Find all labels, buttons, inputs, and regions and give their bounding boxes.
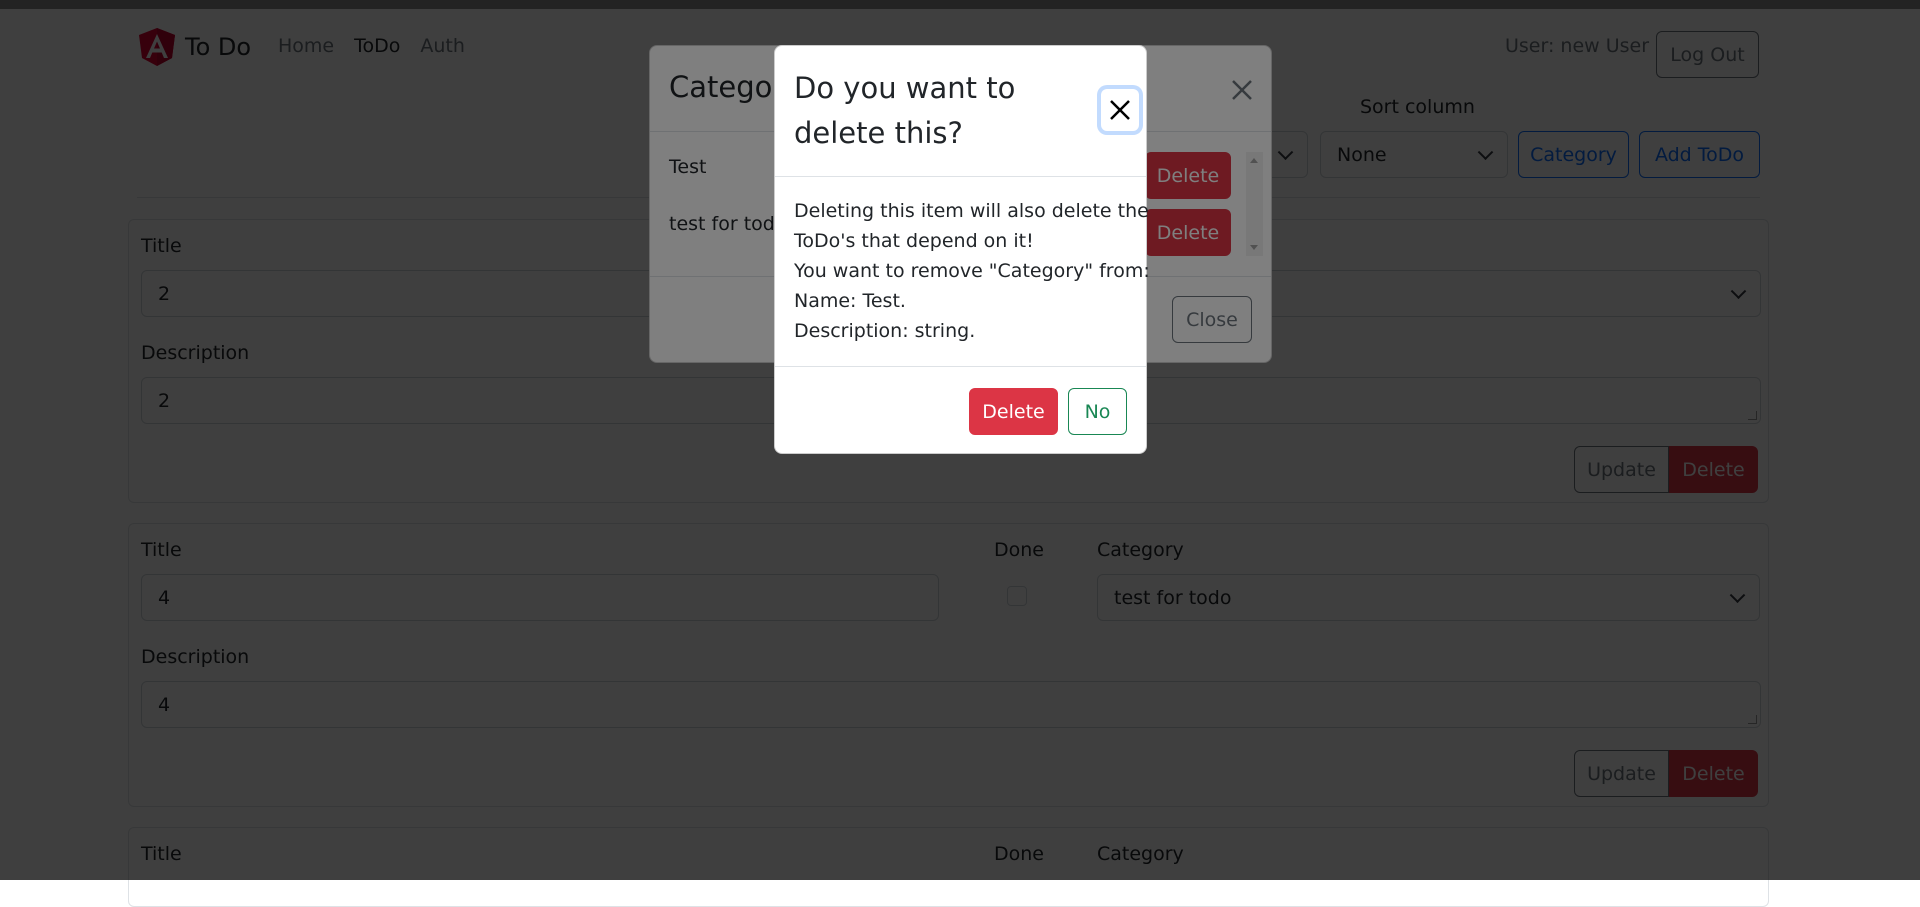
body-line: You want to remove "Category" from: (794, 260, 1150, 282)
divider (775, 176, 1146, 177)
divider (775, 366, 1146, 367)
cancel-button[interactable]: No (1068, 388, 1127, 435)
confirm-delete-button[interactable]: Delete (969, 388, 1058, 435)
body-line: Description: string. (794, 320, 976, 342)
confirm-modal-body: Deleting this item will also delete the … (794, 196, 1150, 346)
close-icon (1110, 100, 1130, 120)
body-line: ToDo's that depend on it! (794, 230, 1034, 252)
close-button[interactable] (1101, 89, 1139, 131)
confirm-modal-title: Do you want to delete this? (794, 71, 1016, 150)
body-line: Name: Test. (794, 290, 906, 312)
body-line: Deleting this item will also delete the (794, 200, 1149, 222)
confirm-delete-modal: Do you want to delete this? Deleting thi… (774, 45, 1150, 454)
